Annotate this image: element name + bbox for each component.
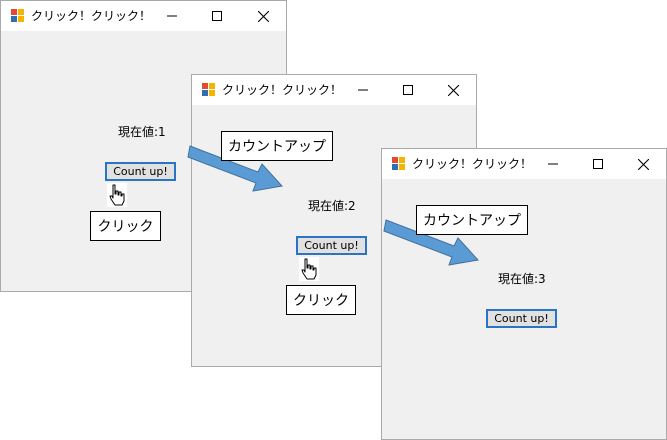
title-bar[interactable]: クリック！クリック！: [1, 1, 286, 31]
app-window-3: クリック！クリック！ 現在値:3 Count up!: [381, 148, 667, 440]
current-value-label: 現在値:2: [308, 199, 356, 213]
maximize-button[interactable]: [194, 1, 240, 31]
maximize-icon: [593, 159, 603, 169]
window-title: クリック！クリック！: [31, 9, 152, 23]
current-value-label: 現在値:1: [118, 125, 166, 139]
count-up-button[interactable]: Count up!: [486, 309, 557, 328]
click-callout: クリック: [286, 285, 356, 315]
hand-cursor-icon: [299, 257, 319, 281]
count-up-callout: カウントアップ: [416, 205, 528, 235]
app-icon: [11, 9, 24, 22]
title-bar[interactable]: クリック！クリック！: [382, 149, 666, 179]
minimize-button[interactable]: [530, 149, 576, 179]
hand-cursor-icon: [107, 183, 127, 207]
maximize-icon: [403, 85, 413, 95]
window-title: クリック！クリック！: [412, 157, 533, 171]
click-callout: クリック: [90, 211, 161, 241]
close-button[interactable]: [620, 149, 666, 179]
minimize-icon: [167, 15, 177, 17]
count-up-button[interactable]: Count up!: [105, 162, 176, 181]
minimize-button[interactable]: [340, 75, 386, 105]
close-icon: [257, 10, 269, 22]
minimize-button[interactable]: [149, 1, 195, 31]
window-title: クリック！クリック！: [222, 83, 343, 97]
maximize-button[interactable]: [385, 75, 431, 105]
minimize-icon: [548, 163, 558, 165]
app-icon: [202, 83, 215, 96]
title-bar[interactable]: クリック！クリック！: [192, 75, 476, 105]
close-button[interactable]: [430, 75, 476, 105]
count-up-callout: カウントアップ: [221, 131, 333, 161]
count-up-button[interactable]: Count up!: [296, 236, 367, 255]
close-icon: [447, 84, 459, 96]
maximize-icon: [212, 11, 222, 21]
close-button[interactable]: [240, 1, 286, 31]
maximize-button[interactable]: [575, 149, 621, 179]
close-icon: [637, 158, 649, 170]
current-value-label: 現在値:3: [498, 272, 546, 286]
minimize-icon: [358, 89, 368, 91]
app-icon: [392, 157, 405, 170]
